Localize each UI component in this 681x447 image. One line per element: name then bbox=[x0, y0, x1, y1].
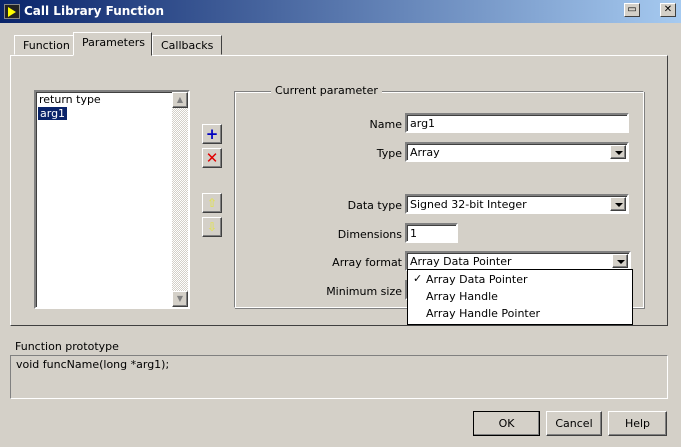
app-icon bbox=[4, 4, 20, 19]
data-type-select[interactable]: Signed 32-bit Integer bbox=[405, 194, 629, 214]
plus-icon[interactable]: + bbox=[202, 124, 222, 144]
minimum-size-label: Minimum size bbox=[326, 285, 402, 298]
array-format-label: Array format bbox=[332, 256, 402, 269]
window-title: Call Library Function bbox=[24, 4, 165, 18]
type-value: Array bbox=[410, 146, 440, 159]
dropdown-option[interactable]: Array Handle bbox=[426, 290, 498, 303]
restore-icon[interactable]: ▭ bbox=[624, 3, 640, 17]
array-format-value: Array Data Pointer bbox=[410, 255, 512, 268]
help-button[interactable]: Help bbox=[608, 411, 667, 436]
prototype-display: void funcName(long *arg1); bbox=[10, 355, 668, 399]
scroll-up-icon[interactable]: ▲ bbox=[172, 92, 188, 108]
delete-x-icon[interactable]: ✕ bbox=[202, 148, 222, 168]
type-select[interactable]: Array bbox=[405, 142, 629, 162]
group-label: Current parameter bbox=[271, 84, 382, 97]
name-label: Name bbox=[369, 118, 402, 131]
array-format-dropdown: ✓ Array Data Pointer Array Handle Array … bbox=[407, 269, 633, 325]
arrow-up-icon[interactable]: ⇧ bbox=[202, 193, 222, 213]
title-bar: Call Library Function ▭ ✕ bbox=[0, 0, 681, 23]
chevron-down-icon[interactable] bbox=[612, 254, 628, 268]
dimensions-input[interactable]: 1 bbox=[405, 223, 458, 243]
chevron-down-icon[interactable] bbox=[610, 145, 626, 159]
array-format-select[interactable]: Array Data Pointer bbox=[405, 251, 631, 271]
tab-parameters[interactable]: Parameters bbox=[73, 32, 152, 56]
scroll-down-icon[interactable]: ▼ bbox=[172, 291, 188, 307]
name-input[interactable]: arg1 bbox=[405, 113, 629, 133]
type-label: Type bbox=[376, 147, 402, 160]
data-type-label: Data type bbox=[347, 199, 402, 212]
tab-function[interactable]: Function bbox=[14, 35, 79, 55]
list-scrollbar[interactable]: ▲ ▼ bbox=[172, 92, 188, 307]
dropdown-option[interactable]: Array Handle Pointer bbox=[426, 307, 540, 320]
close-button[interactable]: ✕ bbox=[660, 3, 676, 17]
chevron-down-icon[interactable] bbox=[610, 197, 626, 211]
tab-callbacks[interactable]: Callbacks bbox=[152, 35, 223, 55]
ok-button[interactable]: OK bbox=[473, 411, 540, 436]
cancel-button[interactable]: Cancel bbox=[546, 411, 602, 436]
check-icon: ✓ bbox=[413, 272, 423, 285]
parameter-list[interactable]: return type arg1 ▲ ▼ bbox=[34, 90, 190, 309]
arrow-down-icon[interactable]: ⇩ bbox=[202, 217, 222, 237]
dropdown-option[interactable]: Array Data Pointer bbox=[426, 273, 528, 286]
list-item[interactable]: return type bbox=[39, 93, 101, 106]
list-item-selected[interactable]: arg1 bbox=[38, 107, 68, 120]
prototype-label: Function prototype bbox=[15, 340, 119, 353]
data-type-value: Signed 32-bit Integer bbox=[410, 198, 527, 211]
dimensions-label: Dimensions bbox=[337, 228, 402, 241]
